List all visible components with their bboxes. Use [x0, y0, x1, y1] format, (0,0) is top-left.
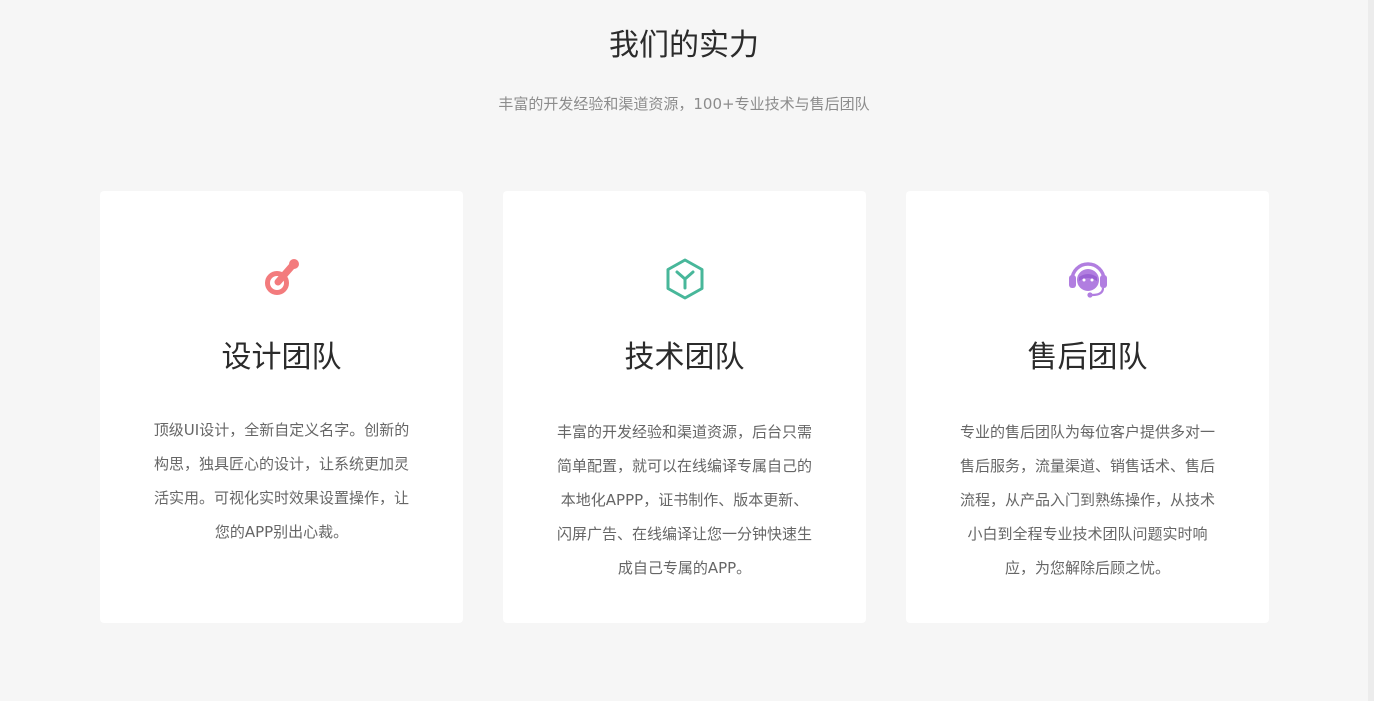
section-title: 我们的实力: [609, 28, 759, 63]
card-description: 顶级UI设计，全新自定义名字。创新的构思，独具匠心的设计，让系统更加灵活实用。可…: [153, 421, 410, 541]
headset-icon: [1064, 255, 1112, 303]
card-tech-team: 技术团队 丰富的开发经验和渠道资源，后台只需简单配置，就可以在线编译专属自己的本…: [503, 191, 866, 623]
card-title: 技术团队: [624, 340, 745, 375]
cube-icon: [661, 255, 709, 303]
card-design-team: 设计团队 顶级UI设计，全新自定义名字。创新的构思，独具匠心的设计，让系统更加灵…: [100, 191, 463, 623]
card-service-team: 售后团队 专业的售后团队为每位客户提供多对一售后服务，流量渠道、销售话术、售后流…: [906, 191, 1269, 623]
brush-icon: [258, 255, 306, 303]
card-title: 售后团队: [1027, 340, 1148, 375]
page-scrollbar[interactable]: [1368, 0, 1374, 701]
card-description: 丰富的开发经验和渠道资源，后台只需简单配置，就可以在线编译专属自己的本地化APP…: [556, 423, 812, 577]
section-subtitle: 丰富的开发经验和渠道资源，100+专业技术与售后团队: [498, 95, 870, 113]
card-title: 设计团队: [221, 340, 342, 375]
card-description: 专业的售后团队为每位客户提供多对一售后服务，流量渠道、销售话术、售后流程，从产品…: [959, 423, 1215, 577]
